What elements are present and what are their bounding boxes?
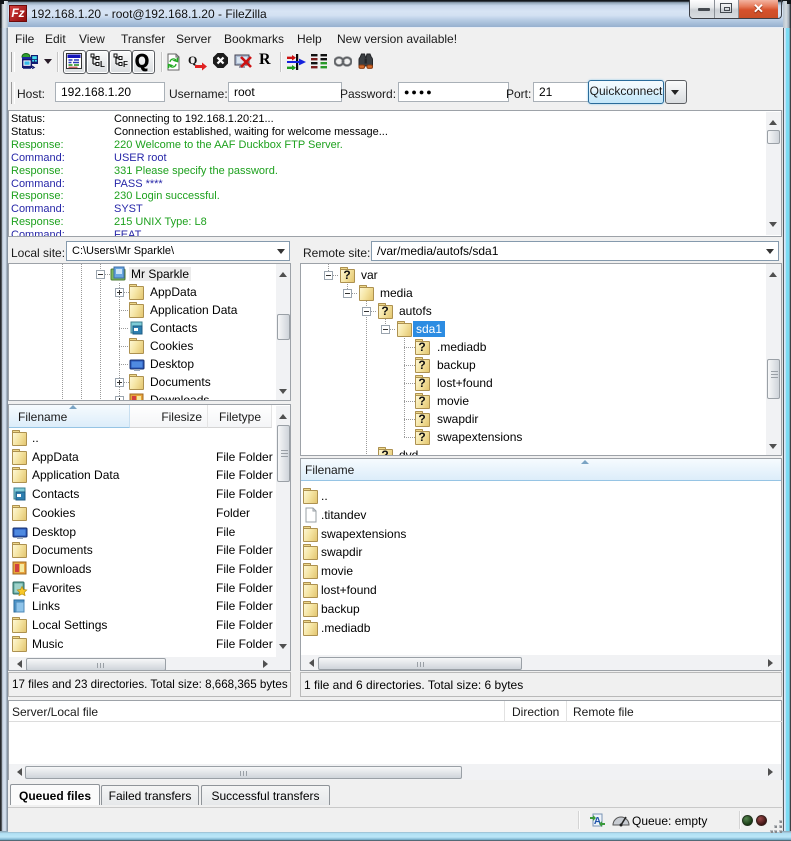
svg-text:L: L [100,60,105,69]
svg-text:F: F [123,60,128,69]
svg-text:Q: Q [188,53,197,67]
